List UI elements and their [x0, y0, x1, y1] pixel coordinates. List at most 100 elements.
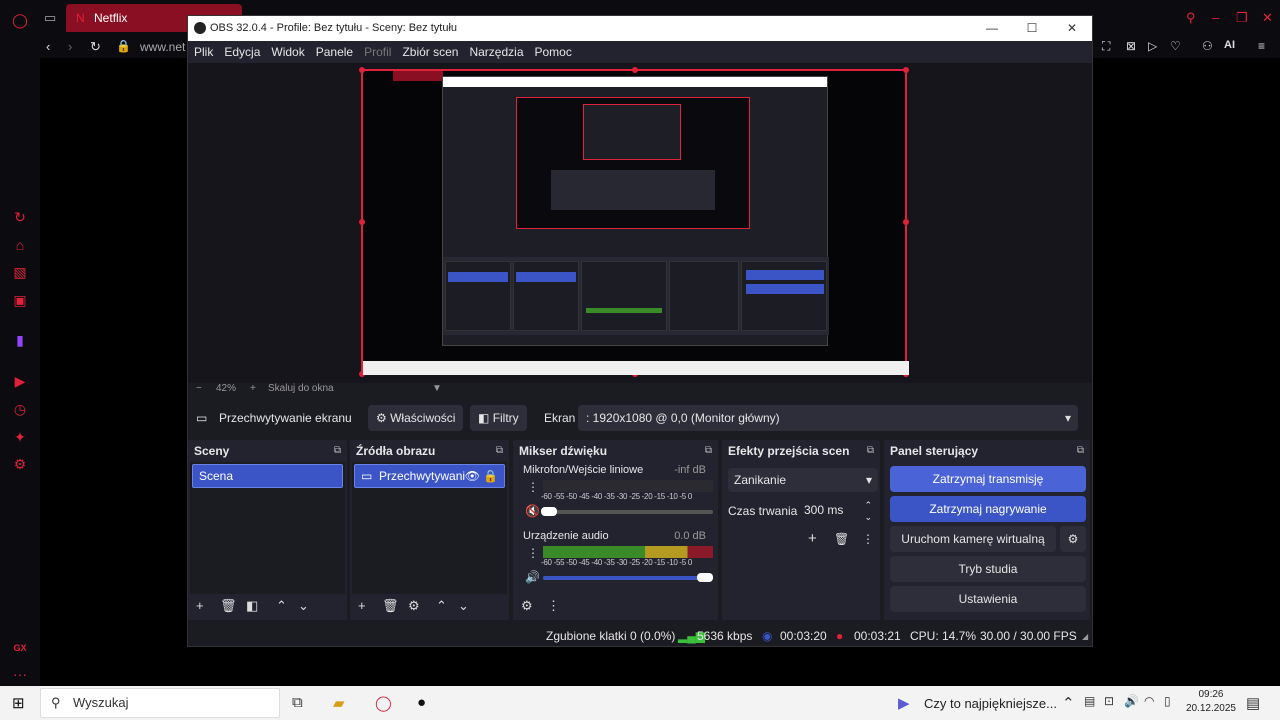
sidebar-gx-corner-icon[interactable]: ⌂: [10, 235, 30, 255]
gear-icon[interactable]: ⚙: [408, 598, 420, 614]
sidebar-more-icon[interactable]: ···: [10, 664, 30, 684]
obs-taskbar-icon[interactable]: ●: [417, 694, 426, 711]
clock[interactable]: 09:26 20.12.2025: [1186, 688, 1236, 716]
minimize-icon[interactable]: –: [1212, 10, 1219, 25]
sidebar-extensions-icon[interactable]: ✦: [10, 427, 30, 447]
properties-button[interactable]: ⚙ Właściwości: [368, 405, 464, 431]
taskbar-search[interactable]: ⚲ Wyszukaj: [40, 688, 280, 718]
sidebar-messenger-icon[interactable]: ▣: [10, 290, 30, 310]
scene-item[interactable]: Scena: [192, 464, 343, 488]
menu-pomoc[interactable]: Pomoc: [535, 45, 572, 59]
resize-grip-icon[interactable]: ◢: [1082, 632, 1088, 641]
search-tabs-icon[interactable]: ⚲: [1186, 10, 1196, 26]
speaker-icon[interactable]: 🔊: [525, 570, 540, 584]
volume-knob[interactable]: [541, 507, 557, 516]
snapshot-icon[interactable]: ⛶: [1102, 39, 1110, 54]
sidebar-twitch-icon[interactable]: ▮: [10, 330, 30, 350]
zoom-in-button[interactable]: +: [250, 383, 256, 394]
obs-minimize-icon[interactable]: —: [972, 16, 1012, 41]
menu-profil[interactable]: Profil: [364, 45, 391, 59]
task-view-icon[interactable]: ⧉: [292, 694, 303, 711]
resize-handle[interactable]: [632, 67, 638, 73]
media-icon[interactable]: ▶: [898, 694, 910, 712]
stop-recording-button[interactable]: Zatrzymaj nagrywanie: [890, 496, 1086, 522]
menu-zbior-scen[interactable]: Zbiór scen: [402, 45, 458, 59]
chevron-up-icon[interactable]: ⌃: [1062, 694, 1075, 712]
screen-select[interactable]: : 1920x1080 @ 0,0 (Monitor główny) ▾: [578, 405, 1078, 431]
studio-mode-button[interactable]: Tryb studia: [890, 556, 1086, 582]
undock-icon[interactable]: ⧉: [496, 440, 503, 462]
adblock-icon[interactable]: ⊠: [1126, 39, 1136, 53]
sidebar-gx-icon[interactable]: GX: [10, 638, 30, 658]
menu-plik[interactable]: Plik: [194, 45, 213, 59]
preview-area[interactable]: [188, 63, 1092, 383]
resize-handle[interactable]: [903, 219, 909, 225]
eye-icon[interactable]: 👁: [465, 465, 480, 487]
ai-button[interactable]: AI: [1224, 39, 1235, 51]
source-item[interactable]: ▭ Przechwytywani 👁 🔒: [354, 464, 505, 488]
chevron-down-icon[interactable]: ⌄: [298, 598, 309, 614]
obs-maximize-icon[interactable]: ☐: [1012, 16, 1052, 41]
undock-icon[interactable]: ⧉: [705, 440, 712, 462]
fit-to-window-button[interactable]: Skaluj do okna: [268, 383, 334, 394]
network-icon[interactable]: ⊡: [1104, 694, 1114, 708]
volume-slider[interactable]: [543, 573, 713, 582]
resize-handle[interactable]: [359, 67, 365, 73]
start-virtual-camera-button[interactable]: Uruchom kamerę wirtualną: [890, 526, 1056, 552]
add-icon[interactable]: +: [196, 598, 204, 613]
stop-stream-button[interactable]: Zatrzymaj transmisję: [890, 466, 1086, 492]
battery-icon[interactable]: ▯: [1164, 694, 1171, 708]
opera-logo-icon[interactable]: ◯: [10, 10, 30, 30]
address-text[interactable]: www.net: [140, 40, 185, 54]
forward-icon[interactable]: ›: [68, 39, 72, 54]
zoom-dropdown-icon[interactable]: ▼: [432, 383, 442, 394]
volume-slider[interactable]: [541, 507, 713, 516]
obs-close-icon[interactable]: ✕: [1052, 16, 1092, 41]
back-icon[interactable]: ‹: [46, 39, 50, 54]
profile-icon[interactable]: ⚇: [1202, 39, 1213, 53]
close-icon[interactable]: ✕: [1262, 10, 1273, 26]
windows-start-icon[interactable]: ⊞: [12, 694, 25, 712]
menu-narzedzia[interactable]: Narzędzia: [469, 45, 523, 59]
wifi-icon[interactable]: ◠: [1144, 694, 1154, 708]
filter-icon[interactable]: ◧: [246, 598, 258, 614]
add-icon[interactable]: +: [808, 530, 817, 547]
preview-canvas[interactable]: [359, 67, 909, 377]
maximize-icon[interactable]: ❐: [1236, 10, 1248, 26]
reload-icon[interactable]: ↻: [90, 39, 101, 55]
trash-icon[interactable]: 🗑: [220, 598, 237, 614]
notifications-icon[interactable]: ▤: [1246, 694, 1260, 712]
more-icon[interactable]: ⋮: [547, 598, 560, 614]
workspaces-icon[interactable]: ▭: [44, 10, 56, 26]
undock-icon[interactable]: ⧉: [334, 440, 341, 462]
transition-select[interactable]: Zanikanie ▾: [728, 468, 878, 492]
volume-icon[interactable]: 🔊: [1124, 694, 1139, 708]
tray-icon[interactable]: ▤: [1084, 694, 1095, 708]
chevron-up-icon[interactable]: ⌃: [436, 598, 447, 614]
resize-handle[interactable]: [903, 67, 909, 73]
filters-button[interactable]: ◧ Filtry: [470, 405, 527, 431]
spin-down-icon[interactable]: ⌄: [864, 505, 872, 529]
duration-spinbox[interactable]: 300 ms ⌃ ⌄: [800, 498, 876, 522]
trash-icon[interactable]: 🗑: [382, 598, 399, 614]
mute-icon[interactable]: 🔇: [525, 504, 540, 518]
undock-icon[interactable]: ⧉: [867, 440, 874, 462]
zoom-out-button[interactable]: −: [196, 383, 202, 394]
sidebar-settings-icon[interactable]: ⚙: [10, 454, 30, 474]
trash-icon[interactable]: 🗑: [834, 532, 849, 546]
menu-widok[interactable]: Widok: [271, 45, 304, 59]
sidebar-gx-cleaner-icon[interactable]: ▧: [10, 262, 30, 282]
volume-knob[interactable]: [697, 573, 713, 582]
file-explorer-icon[interactable]: ▰: [333, 694, 345, 712]
menu-edycja[interactable]: Edycja: [224, 45, 260, 59]
chevron-down-icon[interactable]: ⌄: [458, 598, 469, 614]
undock-icon[interactable]: ⧉: [1077, 440, 1084, 462]
menu-panele[interactable]: Panele: [316, 45, 353, 59]
advanced-audio-icon[interactable]: ⚙: [521, 598, 533, 614]
settings-button[interactable]: Ustawienia: [890, 586, 1086, 612]
send-icon[interactable]: ▷: [1148, 39, 1157, 53]
add-icon[interactable]: +: [358, 598, 366, 613]
menu-icon[interactable]: ≡: [1258, 39, 1265, 53]
lock-icon[interactable]: 🔒: [483, 465, 498, 487]
channel-menu-icon[interactable]: ⋮: [527, 546, 539, 560]
